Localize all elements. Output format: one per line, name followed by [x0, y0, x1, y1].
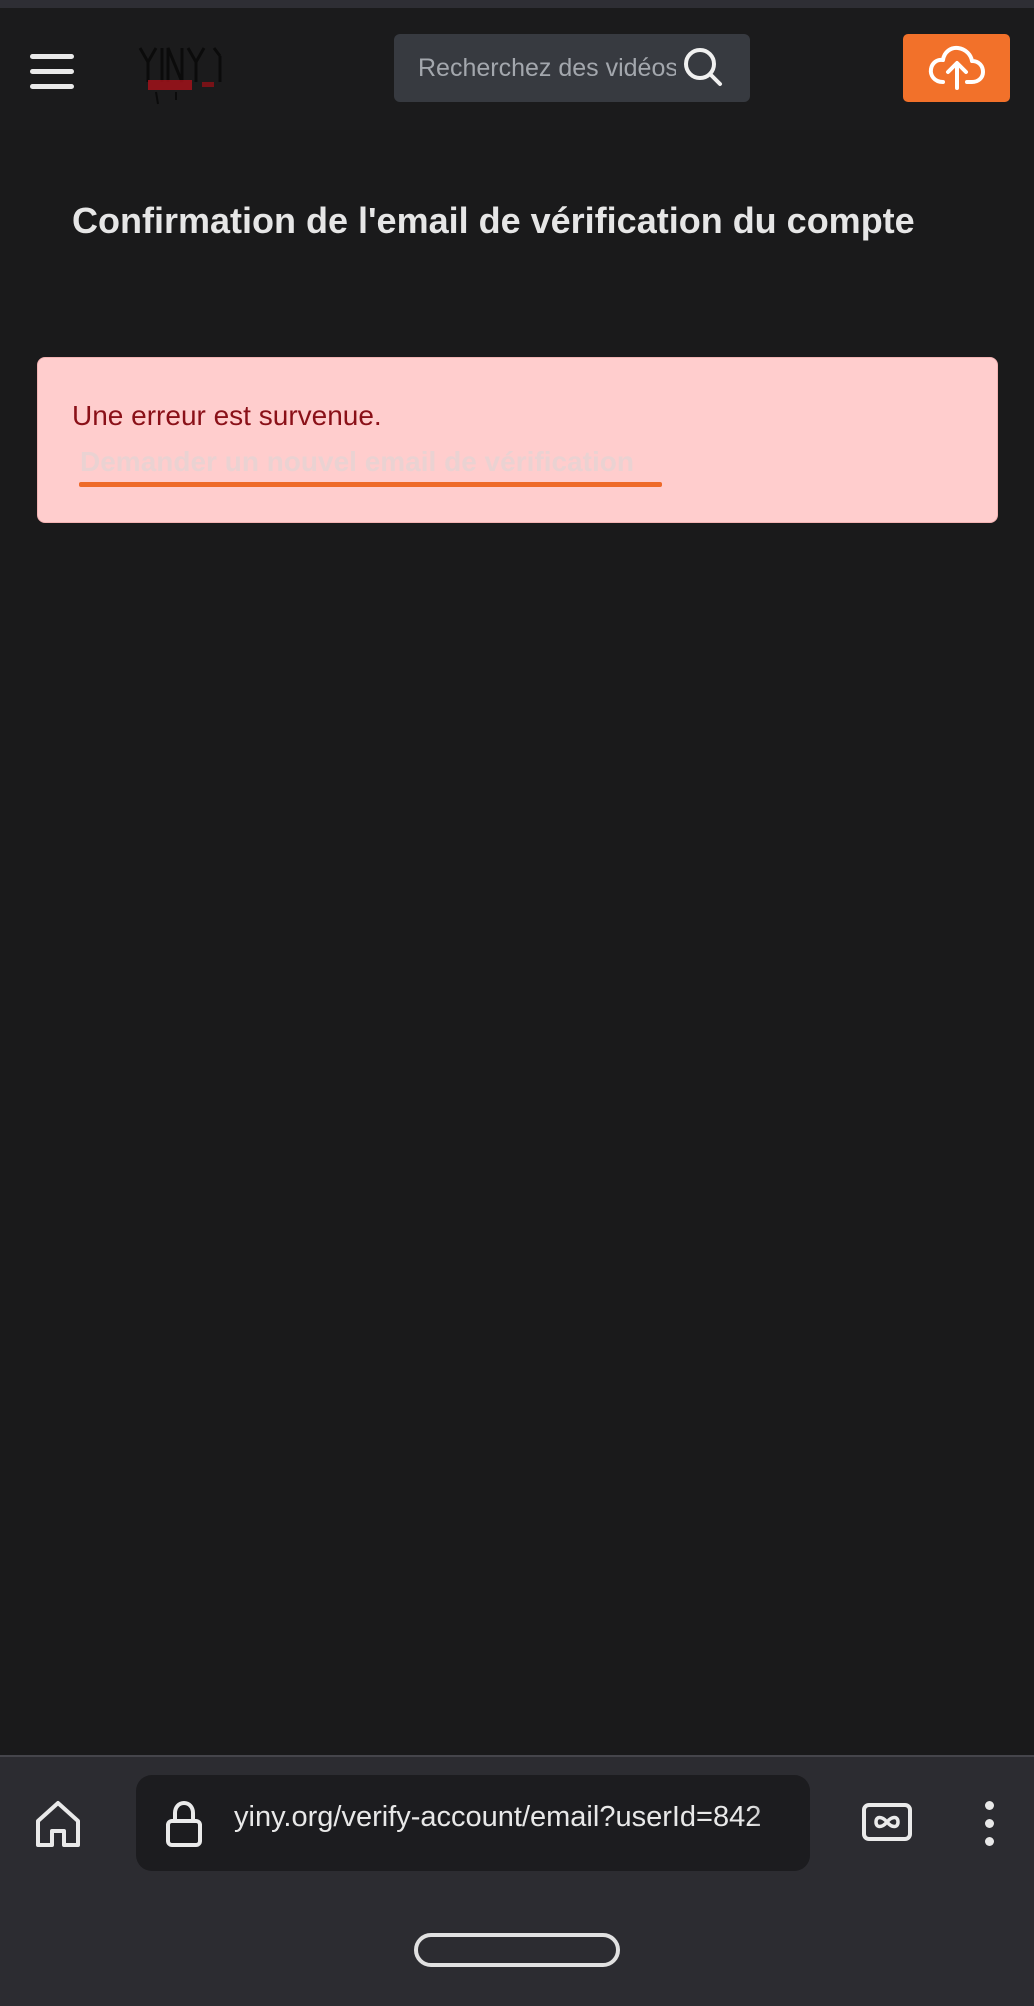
site-logo[interactable] [136, 42, 228, 112]
search-button[interactable] [674, 40, 734, 96]
address-bar[interactable]: yiny.org/verify-account/email?userId=842 [136, 1775, 810, 1871]
upload-button[interactable] [903, 34, 1010, 102]
site-header [0, 8, 1034, 130]
menu-button[interactable] [30, 54, 76, 90]
lock-icon [166, 1800, 202, 1847]
request-new-verification-email-link[interactable]: Demander un nouvel email de vérification [80, 446, 634, 478]
tabs-button[interactable] [860, 1799, 914, 1845]
page-title: Confirmation de l'email de vérification … [72, 200, 915, 241]
logo-icon [138, 47, 222, 105]
browser-toolbar: yiny.org/verify-account/email?userId=842 [0, 1755, 1034, 2006]
gesture-navigation-handle[interactable] [414, 1933, 620, 1967]
menu-icon-bar [30, 54, 74, 59]
search-input[interactable] [394, 34, 676, 102]
link-underline [79, 482, 662, 487]
home-icon [36, 1801, 80, 1847]
url-text: yiny.org/verify-account/email?userId=842 [234, 1801, 762, 1833]
more-vertical-icon-dot [985, 1801, 994, 1810]
menu-icon-bar [30, 69, 74, 74]
search-bar [394, 34, 750, 102]
more-vertical-icon-dot [985, 1837, 994, 1846]
error-alert: Une erreur est survenue. Demander un nou… [37, 357, 998, 523]
tabs-icon [862, 1803, 912, 1841]
error-message: Une erreur est survenue. [72, 400, 382, 431]
status-strip [0, 0, 1034, 8]
search-icon [684, 48, 722, 86]
more-vertical-icon-dot [985, 1819, 994, 1828]
url-fade [750, 1775, 810, 1871]
more-options-button[interactable] [975, 1799, 1005, 1849]
menu-icon-bar [30, 84, 74, 89]
cloud-upload-icon [928, 45, 985, 90]
home-button[interactable] [30, 1795, 86, 1851]
